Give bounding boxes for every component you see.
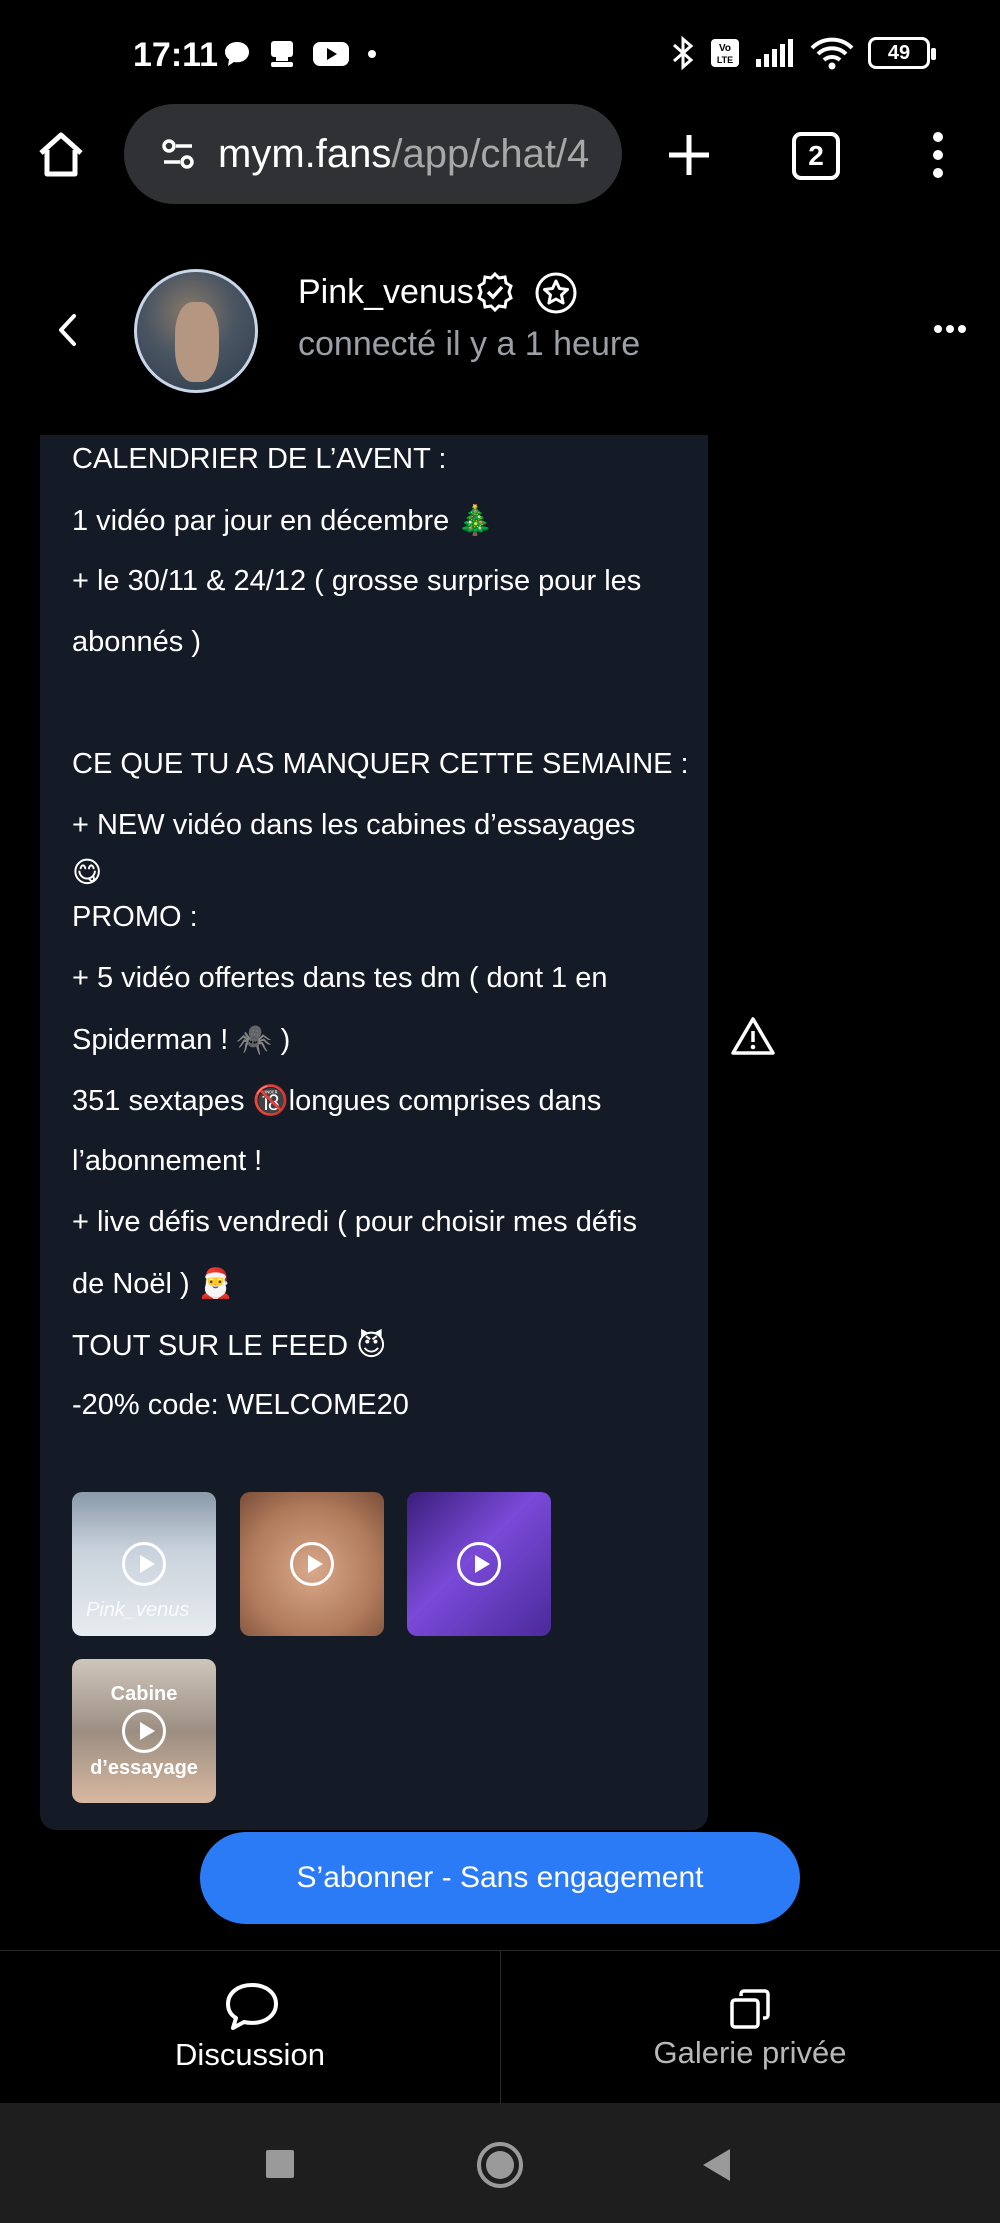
- message-line: + le 30/11 & 24/12 ( grosse surprise pou…: [72, 565, 642, 597]
- play-icon: [290, 1542, 334, 1586]
- svg-text:Vo: Vo: [719, 43, 731, 54]
- report-warning-icon[interactable]: [730, 1015, 776, 1057]
- message-line: + live défis vendredi ( pour choisir mes…: [72, 1206, 637, 1238]
- more-vert-icon[interactable]: [928, 130, 948, 180]
- creator-username[interactable]: Pink_venus: [298, 273, 474, 312]
- message-bubble: CALENDRIER DE L’AVENT : 1 vidéo par jour…: [40, 435, 708, 1830]
- message-line: l’abonnement !: [72, 1145, 263, 1177]
- address-bar[interactable]: mym.fans/app/chat/4: [124, 104, 622, 204]
- presence-status: connecté il y a 1 heure: [298, 325, 641, 363]
- dot-icon: [368, 50, 376, 58]
- home-circle-icon[interactable]: [476, 2141, 524, 2189]
- message-line: -20% code: WELCOME20: [72, 1389, 409, 1421]
- svg-text:LTE: LTE: [717, 55, 733, 65]
- status-time: 17:11: [133, 36, 219, 74]
- message-line: CE QUE TU AS MANQUER CETTE SEMAINE :: [72, 748, 689, 780]
- play-icon: [457, 1542, 501, 1586]
- subscribe-button[interactable]: S’abonner - Sans engagement: [200, 1832, 800, 1924]
- status-bar: 17:11 Vo LTE 49: [0, 0, 1000, 110]
- play-icon: [122, 1709, 166, 1753]
- status-icons-right: Vo LTE 49: [670, 34, 936, 72]
- site-settings-icon[interactable]: [158, 134, 198, 174]
- tab-discussion[interactable]: Discussion: [0, 1951, 500, 2103]
- message-line: 351 sextapes 🔞longues comprises dans: [72, 1085, 602, 1117]
- thumbnail-caption: Cabine: [110, 1683, 178, 1705]
- thumbnail-caption: d’essayage: [90, 1757, 198, 1779]
- battery-icon: 49: [868, 37, 936, 69]
- message-line: abonnés ): [72, 626, 201, 658]
- url-host: mym.fans: [218, 131, 392, 176]
- verified-badge-icon: [477, 271, 513, 313]
- home-icon[interactable]: [36, 130, 86, 180]
- message-line: + NEW vidéo dans les cabines d’essayages: [72, 809, 636, 841]
- tab-switcher-button[interactable]: 2: [792, 132, 840, 180]
- chat-bubble-icon: [225, 42, 249, 66]
- message-line: 😋: [72, 857, 103, 889]
- chat-bubble-icon: [226, 1983, 278, 2030]
- play-icon: [122, 1542, 166, 1586]
- message-line: de Noël ) 🎅: [72, 1268, 234, 1300]
- more-options-icon[interactable]: [933, 323, 967, 335]
- avatar[interactable]: [134, 269, 258, 393]
- video-thumbnail[interactable]: Cabine d’essayage: [72, 1659, 216, 1803]
- thumbnail-watermark: Pink_venus: [86, 1599, 190, 1621]
- message-line: Spiderman ! 🕷️ ): [72, 1024, 291, 1056]
- wifi-icon: [810, 37, 854, 70]
- video-thumbnail[interactable]: Pink_venus: [72, 1492, 216, 1636]
- new-tab-icon[interactable]: [666, 132, 712, 178]
- youtube-icon: [313, 42, 349, 66]
- message-line: + 5 vidéo offertes dans tes dm ( dont 1 …: [72, 962, 608, 994]
- bottom-nav: Discussion Galerie privée: [0, 1950, 1000, 2103]
- message-line: 1 vidéo par jour en décembre 🎄: [72, 505, 494, 537]
- gallery-copy-icon: [730, 1989, 770, 2029]
- url-text[interactable]: mym.fans/app/chat/4: [218, 132, 589, 177]
- bluetooth-icon: [673, 35, 694, 71]
- message-line: CALENDRIER DE L’AVENT :: [72, 443, 447, 475]
- tab-private-gallery[interactable]: Galerie privée: [500, 1951, 1000, 2103]
- tab-discussion-label: Discussion: [175, 2037, 325, 2072]
- video-thumbnail[interactable]: [240, 1492, 384, 1636]
- status-icons-left: [222, 38, 380, 70]
- back-arrow-icon[interactable]: [56, 313, 78, 347]
- star-badge-icon: [535, 272, 577, 314]
- signal-icon: [756, 39, 793, 67]
- message-line: TOUT SUR LE FEED 😈: [72, 1330, 387, 1362]
- tab-private-gallery-label: Galerie privée: [653, 2035, 847, 2070]
- volte-icon: VoLTE: [711, 39, 739, 67]
- browser-toolbar: mym.fans/app/chat/4 2: [0, 100, 1000, 210]
- notification-icon: [271, 41, 293, 67]
- video-thumbnail[interactable]: [407, 1492, 551, 1636]
- chat-header: Pink_venus connecté il y a 1 heure: [0, 255, 1000, 405]
- recents-square-icon[interactable]: [265, 2149, 295, 2179]
- system-nav-bar: [0, 2103, 1000, 2223]
- back-triangle-icon[interactable]: [700, 2147, 732, 2183]
- message-line: PROMO :: [72, 901, 198, 933]
- url-path: /app/chat/4: [391, 131, 590, 176]
